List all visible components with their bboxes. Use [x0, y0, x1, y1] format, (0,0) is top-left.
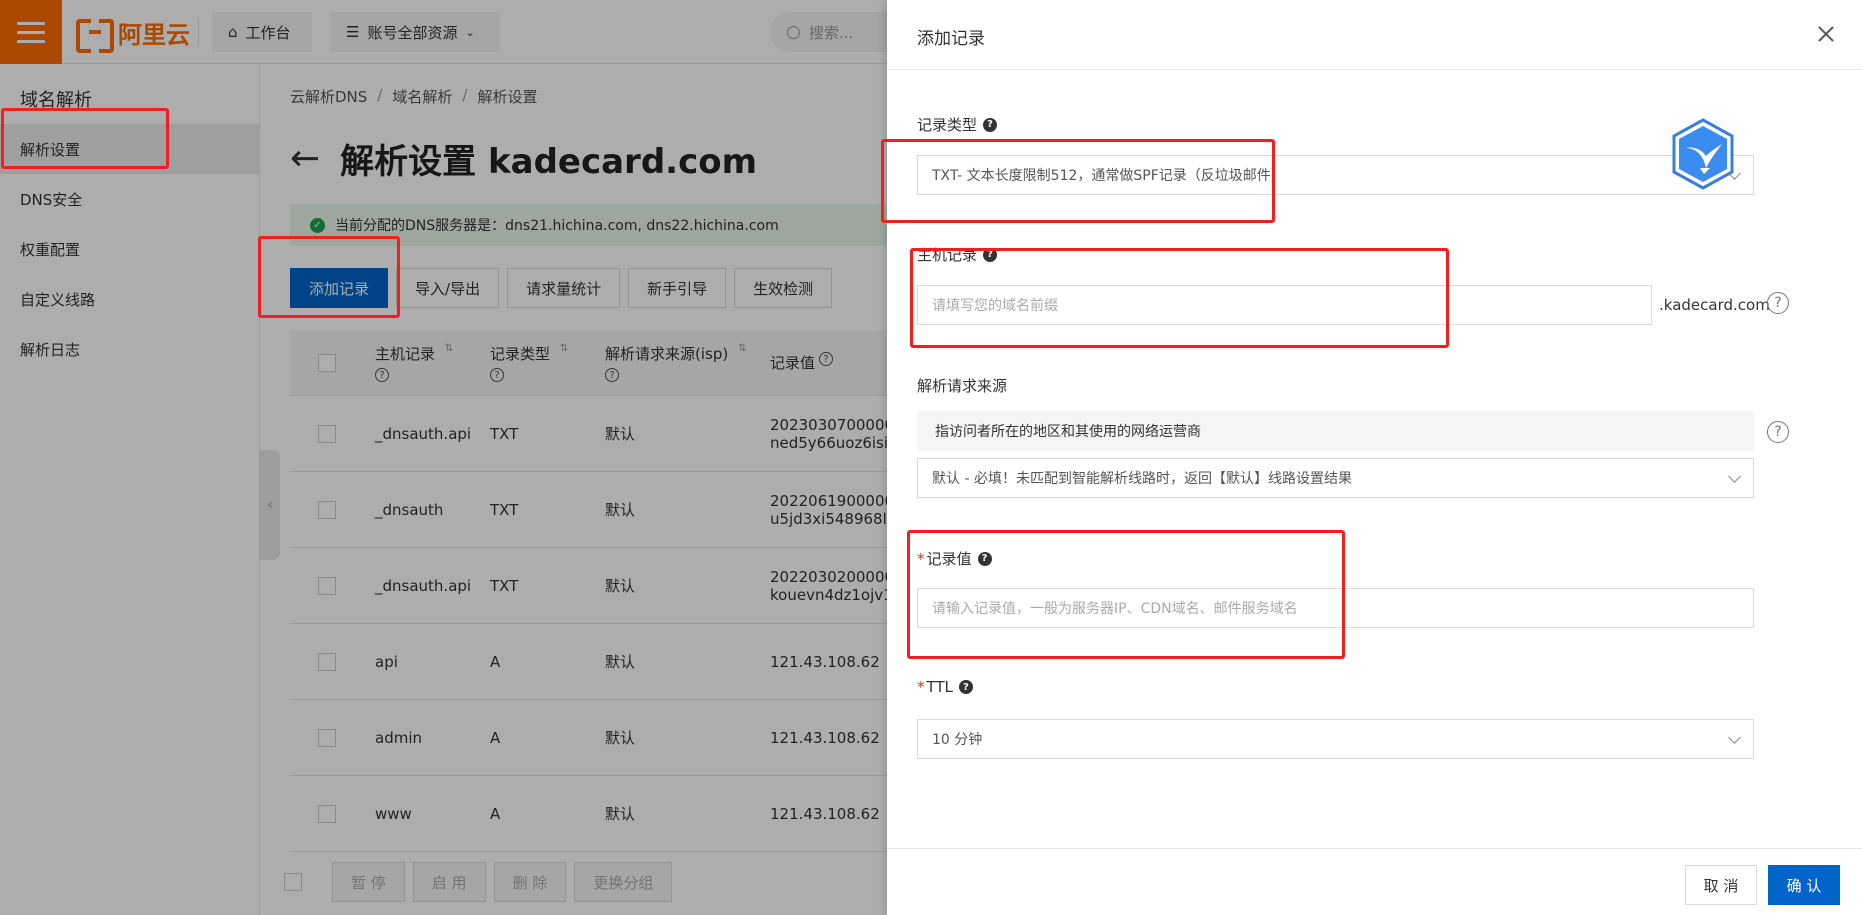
source-label: 解析请求来源 [917, 375, 1007, 396]
cancel-button[interactable]: 取 消 [1685, 865, 1757, 905]
required-asterisk: * [917, 678, 925, 696]
record-type-label-text: 记录类型 [917, 116, 978, 134]
source-info: 指访问者所在的地区和其使用的网络运营商 [917, 411, 1754, 451]
ttl-value: 10 分钟 [932, 732, 983, 748]
source-value: 默认 - 必填！未匹配到智能解析线路时，返回【默认】线路设置结果 [932, 471, 1352, 487]
chevron-down-icon [1728, 731, 1741, 744]
help-circle-icon[interactable]: ? [1767, 292, 1789, 314]
chevron-down-icon [1728, 470, 1741, 483]
annotation-box [881, 139, 1275, 223]
ttl-label-text: TTL [926, 678, 953, 696]
help-icon[interactable]: ? [958, 680, 973, 694]
help-icon[interactable]: ? [983, 117, 998, 132]
close-icon[interactable] [1814, 22, 1838, 46]
source-select[interactable]: 默认 - 必填！未匹配到智能解析线路时，返回【默认】线路设置结果 [917, 458, 1754, 498]
help-circle-icon[interactable]: ? [1767, 421, 1789, 443]
annotation-box [1, 108, 169, 169]
annotation-box [907, 530, 1345, 659]
drawer-header: 添加记录 [887, 0, 1862, 70]
bird-logo-icon[interactable] [1670, 118, 1736, 190]
ttl-select[interactable]: 10 分钟 [917, 719, 1754, 759]
drawer-title: 添加记录 [917, 29, 985, 49]
record-type-label: 记录类型 ? [917, 114, 998, 135]
confirm-button[interactable]: 确 认 [1768, 865, 1840, 905]
annotation-box [910, 248, 1449, 348]
drawer-footer: 取 消 确 认 [887, 848, 1862, 915]
domain-suffix: .kadecard.com [1659, 296, 1770, 314]
annotation-box [258, 236, 400, 318]
ttl-label: * TTL ? [917, 678, 973, 696]
source-label-text: 解析请求来源 [917, 377, 1008, 395]
